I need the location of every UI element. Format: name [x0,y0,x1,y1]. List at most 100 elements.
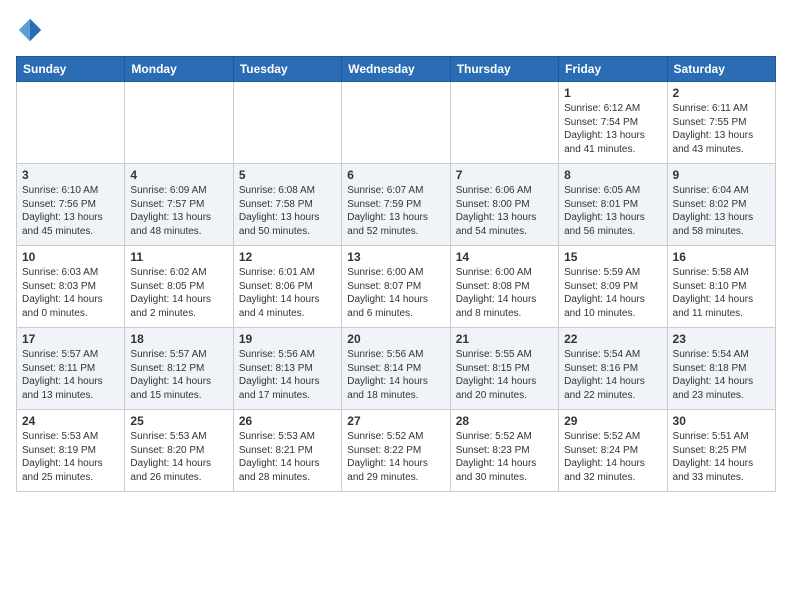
day-number: 23 [673,332,770,346]
day-number: 17 [22,332,119,346]
cell-info-line: Sunrise: 5:57 AM [22,348,119,362]
cell-info-line: Daylight: 13 hours [456,211,553,225]
calendar-cell [233,82,341,164]
cell-info-line: Sunrise: 5:56 AM [239,348,336,362]
day-number: 26 [239,414,336,428]
day-number: 22 [564,332,661,346]
cell-info-line: Daylight: 14 hours [456,457,553,471]
day-header-friday: Friday [559,57,667,82]
cell-info-line: Sunset: 7:57 PM [130,198,227,212]
calendar-cell: 6Sunrise: 6:07 AMSunset: 7:59 PMDaylight… [342,164,450,246]
cell-info-line: Sunset: 8:00 PM [456,198,553,212]
day-header-saturday: Saturday [667,57,775,82]
calendar-cell: 10Sunrise: 6:03 AMSunset: 8:03 PMDayligh… [17,246,125,328]
day-number: 3 [22,168,119,182]
calendar-cell: 30Sunrise: 5:51 AMSunset: 8:25 PMDayligh… [667,410,775,492]
cell-info-line: Sunrise: 5:56 AM [347,348,444,362]
cell-info-line: Daylight: 14 hours [564,293,661,307]
cell-info-line: Daylight: 14 hours [22,457,119,471]
cell-info-line: and 10 minutes. [564,307,661,321]
cell-info-line: Sunrise: 5:52 AM [564,430,661,444]
cell-info-line: and 50 minutes. [239,225,336,239]
calendar-header-row: SundayMondayTuesdayWednesdayThursdayFrid… [17,57,776,82]
cell-info-line: Daylight: 13 hours [673,129,770,143]
cell-info-line: Sunrise: 6:03 AM [22,266,119,280]
cell-info-line: Sunset: 8:22 PM [347,444,444,458]
calendar-cell: 29Sunrise: 5:52 AMSunset: 8:24 PMDayligh… [559,410,667,492]
cell-info-line: and 22 minutes. [564,389,661,403]
cell-info-line: and 20 minutes. [456,389,553,403]
cell-info-line: Daylight: 14 hours [130,457,227,471]
day-number: 15 [564,250,661,264]
cell-info-line: Sunrise: 5:53 AM [239,430,336,444]
cell-info-line: Sunrise: 5:59 AM [564,266,661,280]
cell-info-line: Sunset: 8:15 PM [456,362,553,376]
cell-info-line: Sunset: 7:56 PM [22,198,119,212]
day-number: 20 [347,332,444,346]
cell-info-line: Sunset: 8:19 PM [22,444,119,458]
cell-info-line: Sunrise: 5:53 AM [22,430,119,444]
cell-info-line: Daylight: 14 hours [456,375,553,389]
cell-info-line: and 41 minutes. [564,143,661,157]
cell-info-line: and 11 minutes. [673,307,770,321]
cell-info-line: and 33 minutes. [673,471,770,485]
cell-info-line: Sunset: 8:16 PM [564,362,661,376]
cell-info-line: and 13 minutes. [22,389,119,403]
cell-info-line: and 0 minutes. [22,307,119,321]
day-header-tuesday: Tuesday [233,57,341,82]
cell-info-line: Sunset: 7:54 PM [564,116,661,130]
page-header [16,16,776,44]
cell-info-line: Sunset: 7:58 PM [239,198,336,212]
calendar-cell: 16Sunrise: 5:58 AMSunset: 8:10 PMDayligh… [667,246,775,328]
cell-info-line: Sunset: 8:01 PM [564,198,661,212]
cell-info-line: and 45 minutes. [22,225,119,239]
cell-info-line: Sunset: 8:14 PM [347,362,444,376]
calendar-cell [17,82,125,164]
cell-info-line: Daylight: 14 hours [347,293,444,307]
cell-info-line: Sunrise: 5:57 AM [130,348,227,362]
cell-info-line: Daylight: 13 hours [239,211,336,225]
cell-info-line: Daylight: 14 hours [673,457,770,471]
cell-info-line: Sunset: 8:11 PM [22,362,119,376]
logo [16,16,48,44]
calendar-cell: 12Sunrise: 6:01 AMSunset: 8:06 PMDayligh… [233,246,341,328]
calendar-cell [450,82,558,164]
cell-info-line: Sunrise: 5:54 AM [564,348,661,362]
cell-info-line: Sunrise: 6:10 AM [22,184,119,198]
day-number: 14 [456,250,553,264]
cell-info-line: Sunrise: 5:55 AM [456,348,553,362]
cell-info-line: Daylight: 14 hours [22,375,119,389]
day-header-thursday: Thursday [450,57,558,82]
cell-info-line: and 43 minutes. [673,143,770,157]
calendar-week-row: 10Sunrise: 6:03 AMSunset: 8:03 PMDayligh… [17,246,776,328]
cell-info-line: Sunrise: 6:02 AM [130,266,227,280]
calendar-week-row: 24Sunrise: 5:53 AMSunset: 8:19 PMDayligh… [17,410,776,492]
cell-info-line: and 25 minutes. [22,471,119,485]
calendar-cell: 19Sunrise: 5:56 AMSunset: 8:13 PMDayligh… [233,328,341,410]
day-number: 29 [564,414,661,428]
cell-info-line: Daylight: 14 hours [239,293,336,307]
cell-info-line: Sunset: 8:10 PM [673,280,770,294]
cell-info-line: Sunrise: 6:05 AM [564,184,661,198]
cell-info-line: and 32 minutes. [564,471,661,485]
cell-info-line: Daylight: 13 hours [673,211,770,225]
cell-info-line: Sunrise: 6:00 AM [456,266,553,280]
calendar-week-row: 3 Sunrise: 6:10 AMSunset: 7:56 PM Daylight… [17,164,776,246]
calendar-cell: 15Sunrise: 5:59 AMSunset: 8:09 PMDayligh… [559,246,667,328]
cell-info-line: Sunrise: 5:58 AM [673,266,770,280]
logo-icon [16,16,44,44]
cell-info-line: Sunset: 8:24 PM [564,444,661,458]
calendar-cell: 24Sunrise: 5:53 AMSunset: 8:19 PMDayligh… [17,410,125,492]
calendar-cell: 28Sunrise: 5:52 AMSunset: 8:23 PMDayligh… [450,410,558,492]
cell-info-line: and 26 minutes. [130,471,227,485]
cell-info-line: and 6 minutes. [347,307,444,321]
cell-info-line: Sunrise: 5:52 AM [456,430,553,444]
calendar-week-row: 17Sunrise: 5:57 AMSunset: 8:11 PMDayligh… [17,328,776,410]
calendar-cell: 17 Sunrise: 5:57 AMSunset: 8:11 PMDayligh… [17,328,125,410]
cell-info-line: and 8 minutes. [456,307,553,321]
cell-info-line: Sunrise: 5:51 AM [673,430,770,444]
day-number: 9 [673,168,770,182]
cell-info-line: Sunrise: 6:11 AM [673,102,770,116]
calendar-cell: 2Sunrise: 6:11 AMSunset: 7:55 PMDaylight… [667,82,775,164]
day-number: 5 [239,168,336,182]
